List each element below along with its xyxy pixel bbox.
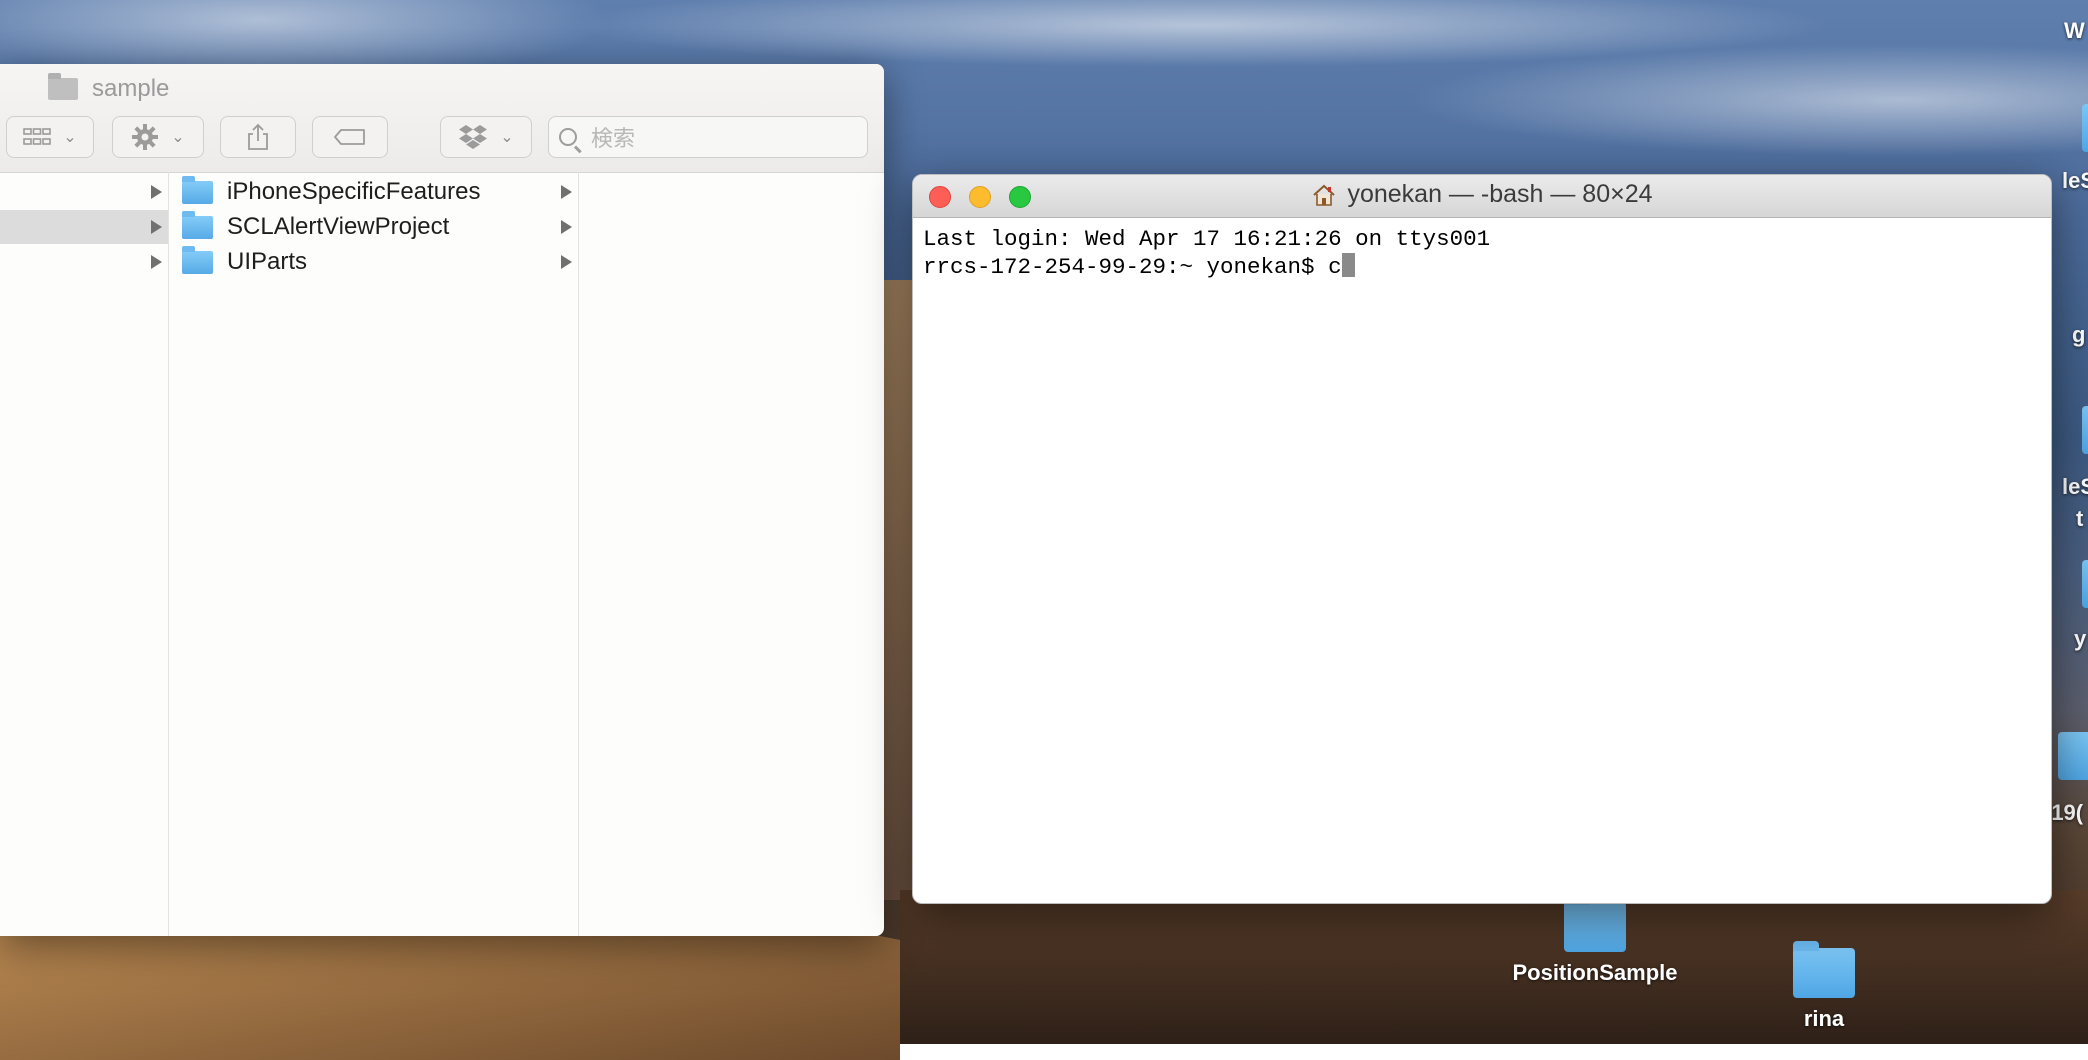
- chevron-down-icon: ⌄: [63, 129, 77, 146]
- icon-grid-icon: [23, 128, 52, 145]
- desktop-folder-icon[interactable]: [2058, 732, 2088, 780]
- desktop-edge-label: g: [2072, 322, 2086, 347]
- desktop-folder-icon[interactable]: [2082, 560, 2088, 608]
- desktop-item-label: PositionSample: [1512, 960, 1678, 985]
- folder-name: UIParts: [227, 248, 308, 275]
- folder-row-sclalertviewproject[interactable]: SCLAlertViewProject: [170, 210, 578, 244]
- terminal-window[interactable]: yonekan — -bash — 80×24 Last login: Wed …: [912, 174, 2052, 904]
- chevron-down-icon: ⌄: [171, 129, 185, 146]
- column-divider[interactable]: [578, 172, 579, 936]
- terminal-line: rrcs-172-254-99-29:~ yonekan$ c: [923, 254, 1342, 280]
- list-item[interactable]: [0, 245, 168, 279]
- tags-button[interactable]: [312, 116, 388, 158]
- desktop-edge-label: y: [2074, 626, 2087, 651]
- list-item-selected[interactable]: [0, 210, 168, 244]
- finder-toolbar: sample ⌄ ⌄ ⌄ 検索: [0, 64, 884, 173]
- folder-icon: [182, 175, 213, 204]
- tag-icon: [334, 129, 365, 145]
- disclosure-arrow-icon: [151, 185, 162, 199]
- search-input[interactable]: 検索: [548, 116, 868, 158]
- desktop-edge-label: leS: [2062, 474, 2088, 499]
- disclosure-arrow-icon: [561, 255, 572, 269]
- terminal-line: Last login: Wed Apr 17 16:21:26 on ttys0…: [923, 226, 1491, 252]
- desktop-folder-icon[interactable]: [2082, 406, 2088, 454]
- folder-row-uiparts[interactable]: UIParts: [170, 245, 578, 279]
- text-cursor: [1341, 253, 1355, 277]
- share-icon: [248, 123, 268, 150]
- terminal-title-text: yonekan — -bash — 80×24: [1347, 180, 1653, 208]
- column-divider[interactable]: [168, 172, 169, 936]
- disclosure-arrow-icon: [561, 220, 572, 234]
- search-icon: [559, 128, 577, 146]
- terminal-titlebar[interactable]: yonekan — -bash — 80×24: [913, 175, 2051, 218]
- folder-name: SCLAlertViewProject: [227, 213, 450, 240]
- desktop-item-positionsample[interactable]: PositionSample: [1500, 895, 1690, 986]
- search-placeholder: 検索: [591, 126, 636, 151]
- window-title-text: sample: [92, 75, 170, 102]
- desert-dune: [900, 890, 2088, 1044]
- folder-name: iPhoneSpecificFeatures: [227, 178, 481, 205]
- desktop-edge-label: leS: [2062, 168, 2088, 193]
- finder-window[interactable]: sample ⌄ ⌄ ⌄ 検索 iPhoneSpecificFeatures S…: [0, 64, 884, 936]
- folder-icon: [182, 210, 213, 239]
- view-options-button[interactable]: ⌄: [6, 116, 94, 158]
- disclosure-arrow-icon: [561, 185, 572, 199]
- dropbox-button[interactable]: ⌄: [440, 116, 532, 158]
- window-title: yonekan — -bash — 80×24: [913, 180, 2051, 209]
- disclosure-arrow-icon: [151, 220, 162, 234]
- home-icon: [1313, 184, 1336, 206]
- folder-row-iphonespecificfeatures[interactable]: iPhoneSpecificFeatures: [170, 175, 578, 209]
- share-button[interactable]: [220, 116, 296, 158]
- desktop-item-rina[interactable]: rina: [1774, 941, 1874, 1032]
- desktop-edge-label: t: [2076, 506, 2084, 531]
- window-title: sample: [48, 72, 169, 106]
- disclosure-arrow-icon: [151, 255, 162, 269]
- desktop-edge-label: W: [2064, 18, 2085, 43]
- desktop-folder-icon[interactable]: [2082, 104, 2088, 152]
- folder-icon: [1793, 941, 1855, 998]
- action-menu-button[interactable]: ⌄: [112, 116, 204, 158]
- folder-icon: [1564, 895, 1626, 952]
- terminal-output[interactable]: Last login: Wed Apr 17 16:21:26 on ttys0…: [923, 225, 1490, 281]
- terminal-prompt-line[interactable]: rrcs-172-254-99-29:~ yonekan$ c: [923, 253, 1490, 281]
- chevron-down-icon: ⌄: [500, 129, 514, 146]
- desktop-item-label: rina: [1803, 1006, 1845, 1031]
- gear-icon: [132, 124, 159, 150]
- folder-icon: [48, 73, 78, 100]
- folder-icon: [182, 245, 213, 274]
- dropbox-icon: [459, 125, 488, 149]
- list-item[interactable]: [0, 175, 168, 209]
